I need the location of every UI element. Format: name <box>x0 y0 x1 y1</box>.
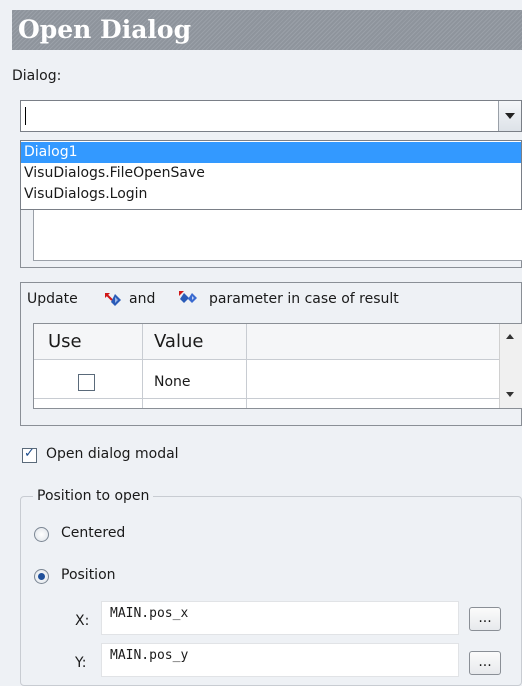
centered-radio[interactable] <box>34 527 49 542</box>
y-label: Y: <box>75 655 87 671</box>
y-input[interactable]: MAIN.pos_y <box>101 643 459 677</box>
update-suffix-text: parameter in case of result <box>209 291 399 307</box>
column-header-use[interactable]: Use <box>34 324 142 360</box>
update-and-text: and <box>129 291 156 307</box>
dialog-title: Open Dialog <box>12 10 522 50</box>
checkmark-icon: ✓ <box>24 446 35 461</box>
use-checkbox[interactable] <box>78 374 95 391</box>
red-arrow-diamond-icon <box>105 293 121 306</box>
dialog-label: Dialog: <box>12 68 62 84</box>
x-browse-button[interactable]: ... <box>469 607 501 631</box>
position-group: Position to open Centered Position X: MA… <box>20 488 522 686</box>
y-browse-button[interactable]: ... <box>469 651 501 675</box>
dropdown-option-dialog1[interactable]: Dialog1 <box>21 142 521 163</box>
column-header-value[interactable]: Value <box>142 324 246 360</box>
dialog-combobox[interactable] <box>20 100 522 132</box>
position-group-legend: Position to open <box>33 488 154 504</box>
dropdown-arrow-icon <box>505 113 515 119</box>
centered-label: Centered <box>61 525 126 541</box>
dialog-dropdown-list: Dialog1 VisuDialogs.FileOpenSave VisuDia… <box>20 140 522 210</box>
x-label: X: <box>75 613 90 629</box>
position-label: Position <box>61 567 116 583</box>
position-radio[interactable] <box>34 569 49 584</box>
table-scrollbar[interactable] <box>499 324 522 408</box>
blue-double-diamond-icon <box>179 291 197 303</box>
update-prefix-text: Update <box>27 291 78 307</box>
dropdown-button[interactable] <box>498 101 521 131</box>
x-input[interactable]: MAIN.pos_x <box>101 601 459 635</box>
scroll-down-icon[interactable] <box>506 392 514 397</box>
parameter-table: Use Value None <box>33 323 522 409</box>
dropdown-option-fileopensave[interactable]: VisuDialogs.FileOpenSave <box>21 163 521 184</box>
text-caret <box>25 107 26 125</box>
open-modal-checkbox[interactable]: ✓ <box>22 446 37 463</box>
column-header-empty <box>246 324 501 360</box>
scroll-up-icon[interactable] <box>506 334 514 339</box>
table-cell-value: None <box>154 374 191 390</box>
update-parameter-group: Update and parameter in case of result U… <box>20 282 522 426</box>
dropdown-option-login[interactable]: VisuDialogs.Login <box>21 184 521 205</box>
open-modal-label: Open dialog modal <box>46 446 179 462</box>
